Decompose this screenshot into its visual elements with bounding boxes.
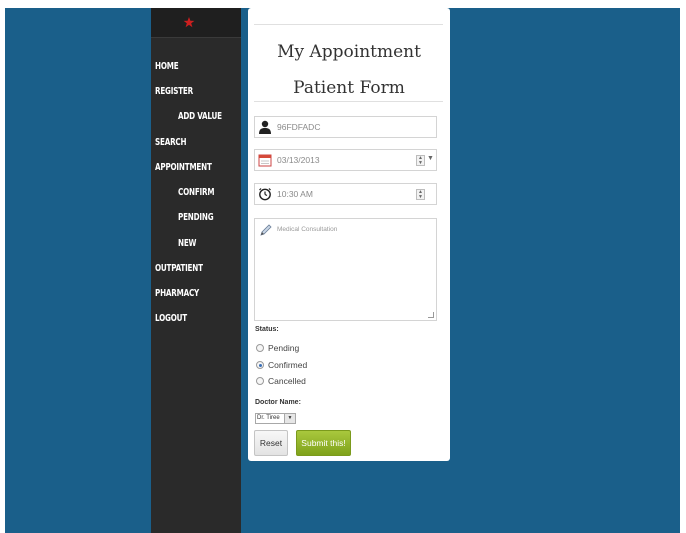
nav-confirm[interactable]: CONFIRM bbox=[178, 186, 215, 197]
time-field[interactable]: 10:30 AM ▲ ▼ bbox=[254, 183, 437, 205]
nav-pharmacy[interactable]: PHARMACY bbox=[155, 287, 199, 298]
top-divider bbox=[254, 24, 443, 25]
doctor-label: Doctor Name: bbox=[255, 399, 301, 406]
nav-logout[interactable]: LOGOUT bbox=[155, 312, 187, 323]
status-option-cancelled[interactable]: Cancelled bbox=[256, 375, 316, 387]
date-spinner[interactable]: ▲ ▼ bbox=[416, 155, 425, 166]
status-option-label: Cancelled bbox=[268, 376, 306, 386]
status-option-label: Pending bbox=[268, 343, 300, 353]
submit-button[interactable]: Submit this! bbox=[296, 430, 351, 456]
nav-home[interactable]: HOME bbox=[155, 60, 179, 71]
sidebar: HOME REGISTER ADD VALUE SEARCH APPOINTME… bbox=[151, 8, 241, 533]
time-spinner[interactable]: ▲ ▼ bbox=[416, 189, 425, 200]
radio-confirmed[interactable] bbox=[256, 361, 264, 369]
patient-id-value: 96FDFADC bbox=[277, 122, 321, 132]
date-dropdown-icon[interactable]: ▼ bbox=[427, 155, 434, 162]
radio-cancelled[interactable] bbox=[256, 377, 264, 385]
status-option-confirmed[interactable]: Confirmed bbox=[256, 359, 316, 371]
chevron-down-icon[interactable]: ▼ bbox=[284, 414, 295, 423]
nav-register[interactable]: REGISTER bbox=[155, 85, 193, 96]
clock-icon bbox=[259, 188, 271, 201]
nav-pending[interactable]: PENDING bbox=[178, 211, 214, 222]
nav-outpatient[interactable]: OUTPATIENT bbox=[155, 262, 203, 273]
reset-button[interactable]: Reset bbox=[254, 430, 288, 456]
form-title: My Appointment Patient Form bbox=[277, 42, 421, 98]
radio-pending[interactable] bbox=[256, 344, 264, 352]
pen-icon bbox=[260, 224, 272, 236]
consultation-placeholder: Medical Consultation bbox=[277, 226, 338, 233]
date-field[interactable]: 03/13/2013 ▲ ▼ ▼ bbox=[254, 149, 437, 171]
doctor-select[interactable]: Dr. Tiree ▼ bbox=[255, 413, 296, 424]
crescent-star-icon bbox=[179, 13, 195, 32]
date-value: 03/13/2013 bbox=[277, 155, 320, 165]
status-option-pending[interactable]: Pending bbox=[256, 342, 316, 354]
status-option-label: Confirmed bbox=[268, 360, 308, 370]
appointment-form-card: My Appointment Patient Form 96FDFADC 03/… bbox=[248, 8, 450, 461]
patient-id-field[interactable]: 96FDFADC bbox=[254, 116, 437, 138]
status-label: Status: bbox=[255, 326, 279, 333]
title-divider bbox=[254, 101, 443, 102]
calendar-icon bbox=[258, 154, 272, 167]
time-value: 10:30 AM bbox=[277, 189, 313, 199]
resize-handle[interactable] bbox=[428, 312, 434, 318]
doctor-selected-value: Dr. Tiree bbox=[257, 415, 280, 421]
nav-appointment[interactable]: APPOINTMENT bbox=[155, 161, 212, 172]
nav-new[interactable]: NEW bbox=[178, 237, 197, 248]
logo-bar bbox=[151, 8, 241, 38]
nav-search[interactable]: SEARCH bbox=[155, 136, 187, 147]
user-icon bbox=[259, 120, 271, 134]
consultation-textarea[interactable]: Medical Consultation bbox=[254, 218, 437, 321]
nav-add-value[interactable]: ADD VALUE bbox=[178, 110, 222, 121]
